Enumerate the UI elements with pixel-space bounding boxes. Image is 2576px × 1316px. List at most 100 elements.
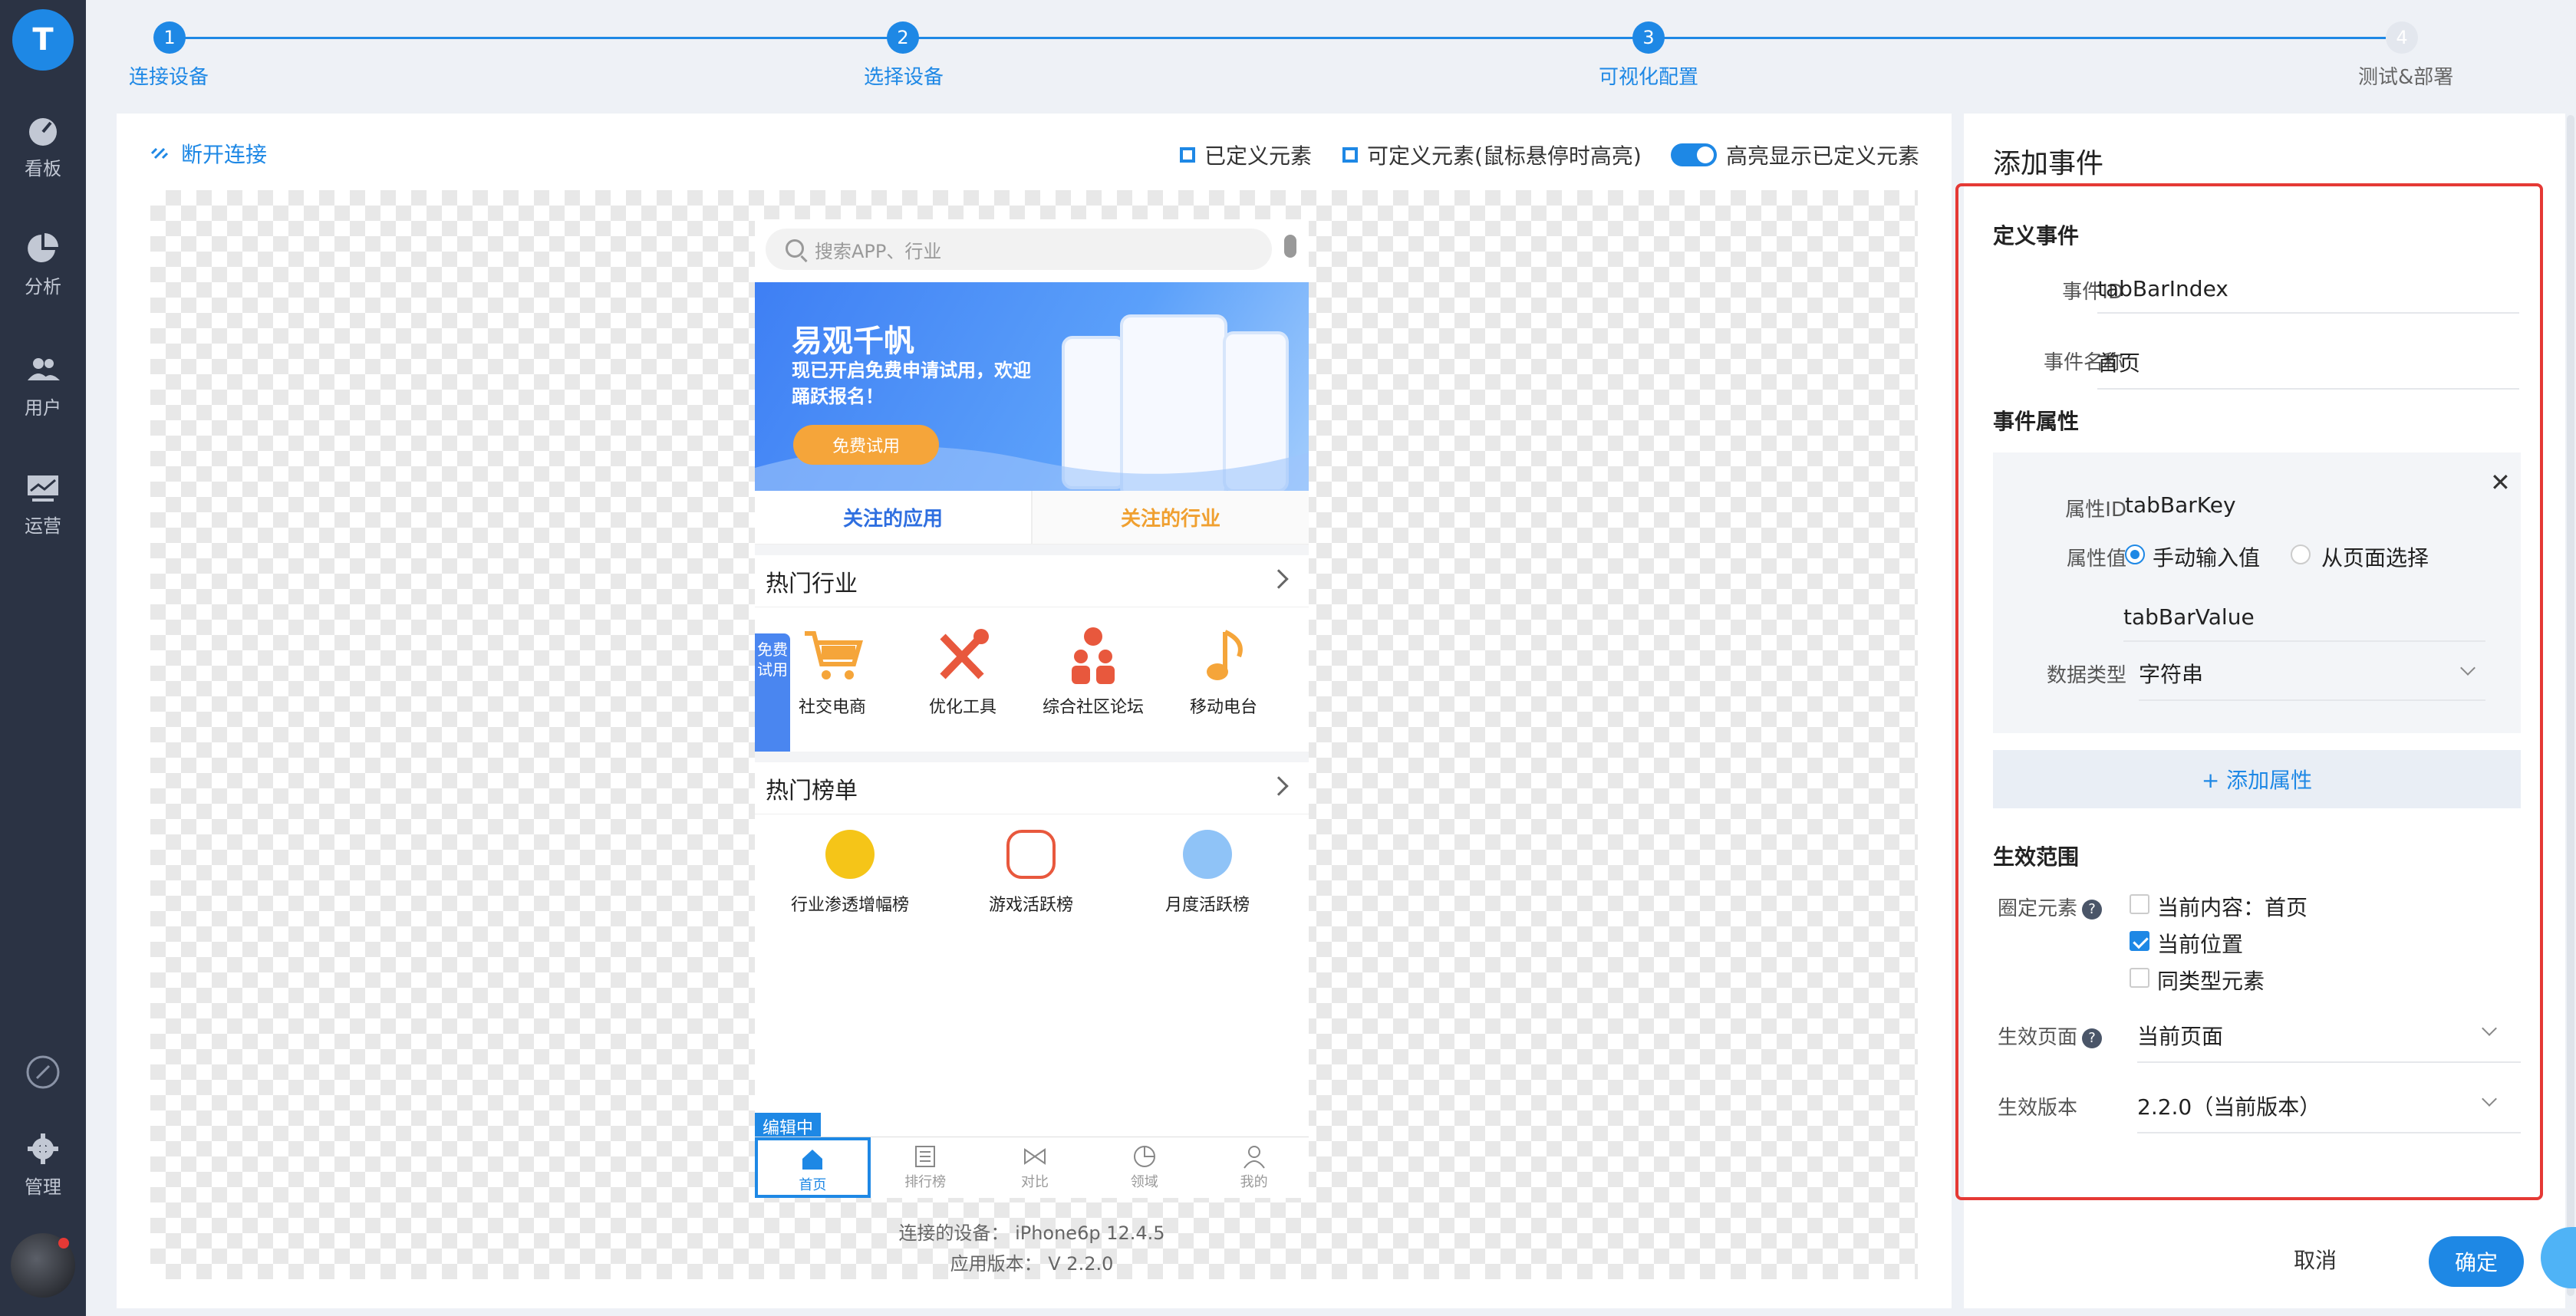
user-avatar[interactable]: [11, 1233, 75, 1298]
home-icon: [802, 1150, 823, 1170]
rail-item-analysis[interactable]: 分析: [0, 230, 86, 298]
rail-item-users[interactable]: 用户: [0, 351, 86, 419]
industry-label: 社交电商: [798, 698, 866, 717]
rail-item-label: 分析: [25, 276, 61, 298]
rail-item-label: 看板: [25, 158, 61, 179]
hot-industry-title: 热门行业: [766, 570, 858, 597]
rank-item[interactable]: 月度活跃榜: [1123, 830, 1292, 916]
disconnect-icon: [150, 147, 169, 160]
tabbar-label: 领域: [1130, 1174, 1158, 1190]
hot-rank-header[interactable]: 热门榜单: [755, 762, 1309, 814]
dashboard-icon: [29, 118, 57, 146]
highlight-toggle-group: 高亮显示已定义元素: [1671, 140, 1919, 170]
tabbar-label: 对比: [1020, 1174, 1049, 1190]
tab-followed-industry-label: 关注的行业: [1120, 508, 1220, 531]
industry-label: 综合社区论坛: [1042, 698, 1144, 717]
rail-item-dashboard[interactable]: 看板: [0, 112, 86, 180]
left-nav-rail: T 看板 分析 用户 运营 管理: [0, 0, 86, 1316]
music-note-icon: [1207, 630, 1243, 680]
industry-item[interactable]: 移动电台: [1158, 626, 1289, 718]
rail-item-label: 用户: [25, 397, 61, 419]
tabbar-label: 我的: [1240, 1174, 1268, 1190]
list-icon: [915, 1146, 936, 1167]
tab-followed-apps-label: 关注的应用: [842, 508, 943, 531]
chevron-right-icon: [1269, 776, 1289, 796]
canvas-toolbar: 断开连接 已定义元素 可定义元素(鼠标悬停时高亮) 高亮显示已定义元素: [117, 114, 1952, 190]
highlighted-event-form: [1955, 183, 2543, 1200]
tabbar-ranking[interactable]: 排行榜: [871, 1137, 980, 1198]
device-info: 连接的设备： iPhone6p 12.4.5 应用版本： V 2.2.0: [755, 1218, 1309, 1279]
rail-item-operations[interactable]: 运营: [0, 469, 86, 538]
legend-definable: 可定义元素(鼠标悬停时高亮): [1342, 140, 1642, 170]
pie-chart-icon: [28, 233, 58, 262]
follow-tabs: 关注的应用 关注的行业: [755, 491, 1309, 544]
definable-square-icon: [1342, 147, 1358, 163]
pie-icon: [1133, 1146, 1155, 1167]
rank-label: 行业渗透增幅榜: [790, 896, 909, 915]
tabbar-label: 排行榜: [904, 1174, 947, 1190]
highlight-toggle-label: 高亮显示已定义元素: [1726, 143, 1920, 169]
free-trial-button[interactable]: 免费试用: [793, 425, 939, 465]
tabbar-domain[interactable]: 领域: [1089, 1137, 1199, 1198]
tabbar-mine[interactable]: 我的: [1199, 1137, 1309, 1198]
cancel-button[interactable]: 取消: [2294, 1244, 2337, 1275]
disconnect-button[interactable]: 断开连接: [149, 138, 267, 169]
monitor-icon: [28, 475, 58, 502]
rail-item-label: 运营: [25, 515, 61, 537]
hot-industry-header[interactable]: 热门行业: [755, 555, 1309, 607]
stepper-line: [169, 37, 2386, 39]
confirm-button[interactable]: 确定: [2429, 1236, 2524, 1287]
legend-defined: 已定义元素: [1180, 140, 1312, 170]
step-4-label: 测试&部署: [2358, 66, 2454, 89]
industry-item[interactable]: 综合社区论坛: [1028, 626, 1158, 718]
rail-item-manage[interactable]: 管理: [0, 1130, 86, 1199]
preview-canvas: 搜索APP、行业 易观千帆 现已开启免费申请试用，欢迎踊跃报名！ 免费试用 关注…: [150, 190, 1918, 1279]
gamepad-icon: [1006, 830, 1056, 879]
banner-title: 易观千帆: [792, 324, 914, 359]
step-3-dot: 3: [1632, 21, 1665, 54]
industry-label: 移动电台: [1189, 698, 1257, 717]
link-icon: [26, 1055, 60, 1089]
page-scrollbar[interactable]: [2567, 115, 2574, 1296]
highlight-toggle[interactable]: [1671, 143, 1717, 166]
compare-icon: [1023, 1148, 1046, 1165]
calendar-icon: [1183, 830, 1232, 879]
legend-definable-label: 可定义元素(鼠标悬停时高亮): [1367, 143, 1642, 169]
chevron-right-icon: [1269, 569, 1289, 589]
connected-device: 连接的设备： iPhone6p 12.4.5: [898, 1222, 1165, 1244]
search-placeholder: 搜索APP、行业: [815, 240, 942, 262]
hot-rank-title: 热门榜单: [766, 777, 858, 804]
disconnect-label: 断开连接: [181, 142, 268, 167]
tools-icon: [940, 629, 989, 679]
section-divider: [755, 752, 1309, 762]
app-logo[interactable]: T: [12, 9, 74, 71]
step-2-dot: 2: [887, 21, 919, 54]
visual-config-area: 断开连接 已定义元素 可定义元素(鼠标悬停时高亮) 高亮显示已定义元素 搜索AP…: [117, 114, 1952, 1308]
community-icon: [1072, 627, 1115, 684]
step-2-label: 选择设备: [864, 66, 944, 89]
coin-icon: [825, 830, 875, 879]
section-divider: [755, 544, 1309, 555]
rank-item[interactable]: 游戏活跃榜: [947, 830, 1115, 916]
users-icon: [28, 358, 60, 380]
user-icon: [1243, 1146, 1265, 1169]
microphone-icon[interactable]: [1284, 235, 1296, 258]
tabbar-home[interactable]: 首页: [755, 1137, 871, 1198]
tab-followed-industry[interactable]: 关注的行业: [1033, 491, 1309, 544]
tab-followed-apps[interactable]: 关注的应用: [755, 491, 1033, 544]
search-icon: [786, 239, 804, 258]
progress-stepper: 1 连接设备 2 选择设备 3 可视化配置 4 测试&部署: [86, 0, 2576, 107]
tabbar-compare[interactable]: 对比: [980, 1137, 1090, 1198]
app-version: 应用版本： V 2.2.0: [950, 1253, 1114, 1275]
promo-banner[interactable]: 易观千帆 现已开启免费申请试用，欢迎踊跃报名！ 免费试用: [755, 282, 1309, 491]
step-1-dot: 1: [153, 21, 186, 54]
step-4-dot: 4: [2386, 21, 2418, 54]
industry-item[interactable]: 社交电商: [767, 626, 898, 718]
rank-item[interactable]: 行业渗透增幅榜: [766, 830, 934, 916]
app-search-bar[interactable]: 搜索APP、行业: [766, 229, 1272, 270]
rail-item-link[interactable]: [0, 1054, 86, 1095]
industry-item[interactable]: 优化工具: [898, 626, 1028, 718]
rank-label: 月度活跃榜: [1164, 896, 1250, 915]
gear-icon: [28, 1133, 58, 1164]
banner-subtitle: 现已开启免费申请试用，欢迎踊跃报名！: [792, 360, 1031, 407]
